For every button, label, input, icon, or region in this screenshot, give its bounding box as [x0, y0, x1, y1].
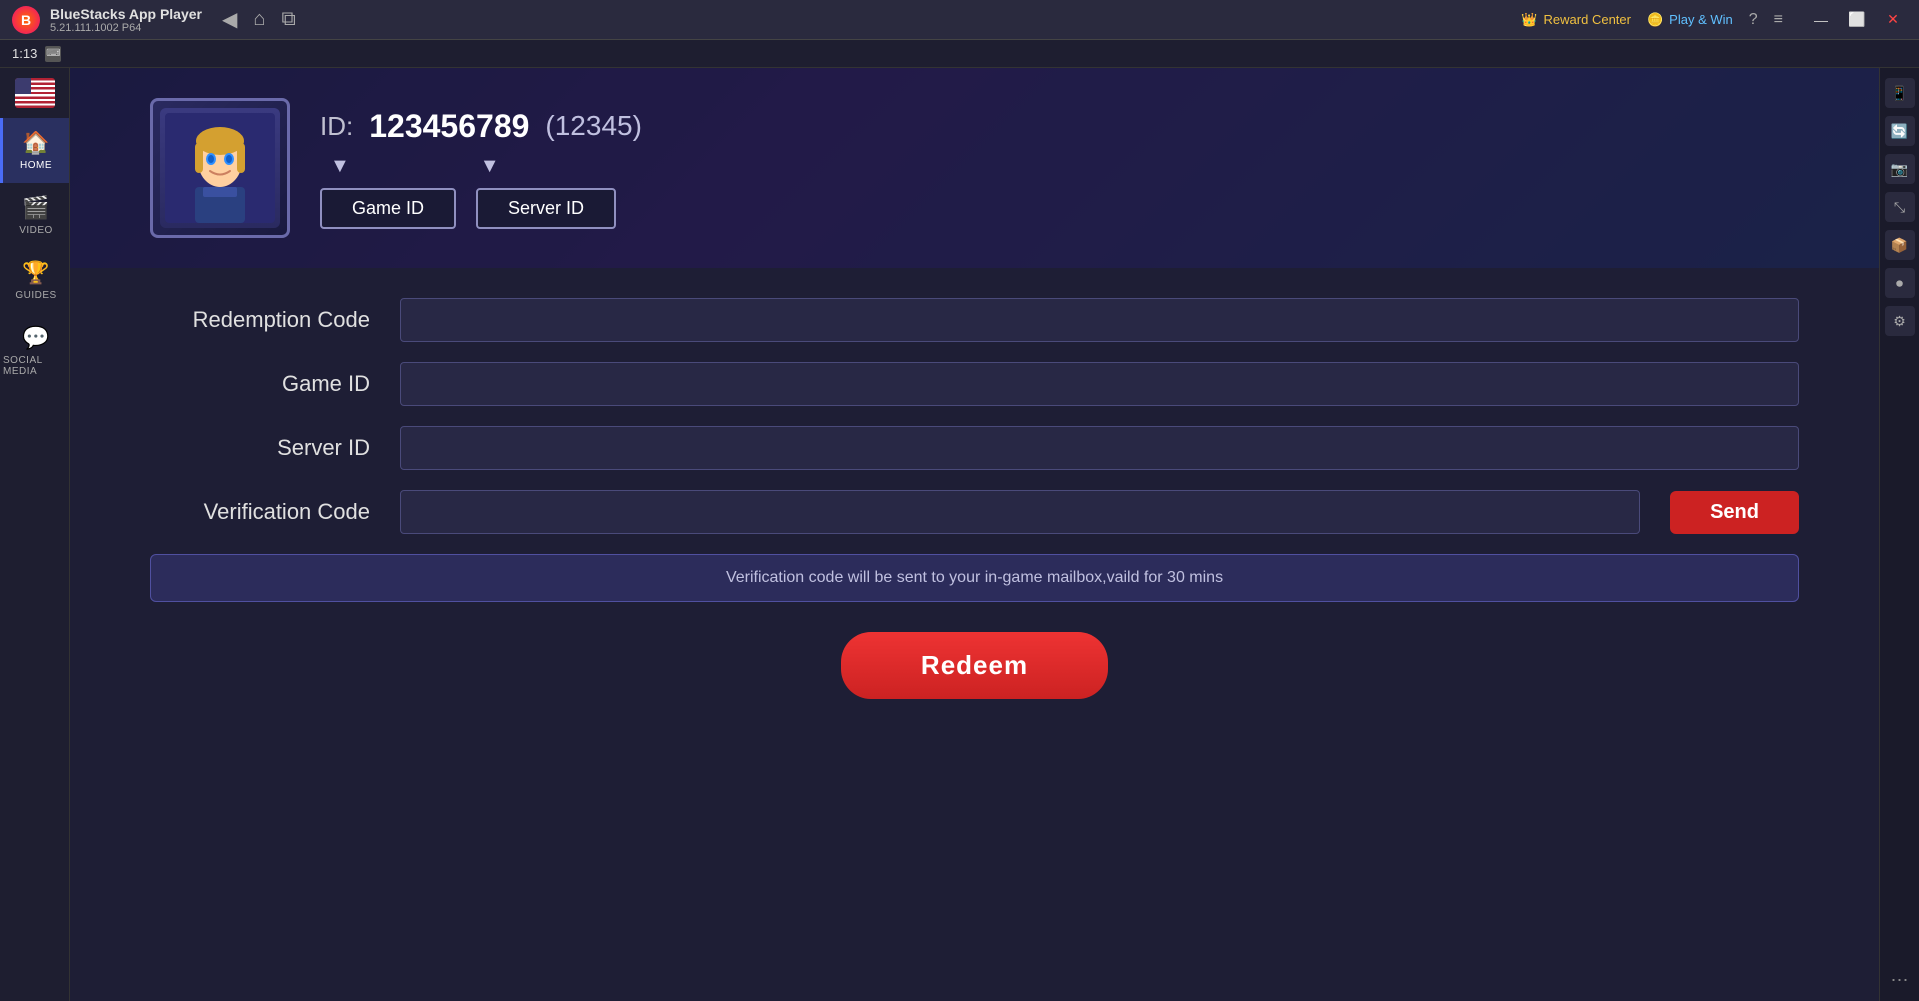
server-id: (12345): [545, 110, 642, 142]
maximize-button[interactable]: ⬜: [1843, 6, 1871, 34]
video-icon: 🎬: [22, 195, 49, 221]
sidebar-item-guides[interactable]: 🏆 GUIDES: [0, 248, 69, 313]
main-layout: 🏠 HOME 🎬 VIDEO 🏆 GUIDES 💬 SOCIAL MEDIA: [0, 68, 1919, 1001]
timer-display: 1:13: [12, 46, 37, 61]
rs-camera-btn[interactable]: 📷: [1885, 154, 1915, 184]
menu-button[interactable]: ≡: [1774, 11, 1783, 29]
title-bar: B BlueStacks App Player 5.21.111.1002 P6…: [0, 0, 1919, 40]
rs-rotate-btn[interactable]: 🔄: [1885, 116, 1915, 146]
home-label: HOME: [20, 160, 52, 171]
back-button[interactable]: ◀: [222, 7, 237, 32]
timer-icon: ⌨: [45, 46, 61, 62]
form-area: Redemption Code Game ID Server ID Verifi…: [70, 268, 1879, 1001]
reward-center-label: Reward Center: [1544, 12, 1631, 27]
id-label: ID:: [320, 111, 353, 142]
character-portrait: [150, 98, 290, 238]
language-flag[interactable]: [15, 78, 55, 108]
rs-more-btn[interactable]: ⋯: [1891, 970, 1909, 991]
redemption-code-row: Redemption Code: [150, 298, 1799, 342]
rs-settings-btn[interactable]: ⚙: [1885, 306, 1915, 336]
right-sidebar: 📱 🔄 📷 ⤡ 📦 ⏺ ⚙ ⋯: [1879, 68, 1919, 1001]
app-version: 5.21.111.1002 P64: [50, 22, 202, 34]
content-area: ID: 123456789 (12345) ▼ ▼ Game ID Server…: [70, 68, 1879, 1001]
send-button[interactable]: Send: [1670, 491, 1799, 534]
windows-button[interactable]: ⧉: [281, 7, 295, 32]
game-header: ID: 123456789 (12345) ▼ ▼ Game ID Server…: [70, 68, 1879, 268]
rs-apk-btn[interactable]: 📦: [1885, 230, 1915, 260]
play-win-label: Play & Win: [1669, 12, 1733, 27]
game-id-label: Game ID: [150, 371, 370, 397]
verification-code-input[interactable]: [400, 490, 1640, 534]
nav-buttons: ◀ ⌂ ⧉: [222, 7, 296, 32]
social-label: SOCIAL MEDIA: [3, 355, 69, 377]
player-id-row: ID: 123456789 (12345): [320, 108, 642, 145]
social-icon: 💬: [22, 325, 49, 351]
server-id-row: Server ID: [150, 426, 1799, 470]
app-logo: B: [12, 6, 40, 34]
game-id-arrow: ▼: [330, 155, 350, 178]
server-id-label: Server ID: [150, 435, 370, 461]
help-button[interactable]: ?: [1749, 11, 1758, 29]
app-name-block: BlueStacks App Player 5.21.111.1002 P64: [50, 6, 202, 34]
sidebar-item-home[interactable]: 🏠 HOME: [0, 118, 69, 183]
close-button[interactable]: ✕: [1879, 6, 1907, 34]
crown-icon: 👑: [1521, 12, 1537, 28]
timer-bar: 1:13 ⌨: [0, 40, 1919, 68]
rs-resize-btn[interactable]: ⤡: [1885, 192, 1915, 222]
window-controls: — ⬜ ✕: [1807, 6, 1907, 34]
video-label: VIDEO: [19, 225, 53, 236]
info-text: Verification code will be sent to your i…: [726, 569, 1223, 586]
game-id-button[interactable]: Game ID: [320, 188, 456, 229]
minimize-button[interactable]: —: [1807, 6, 1835, 34]
header-info: ID: 123456789 (12345) ▼ ▼ Game ID Server…: [320, 108, 642, 229]
home-button[interactable]: ⌂: [253, 7, 265, 32]
play-win-btn[interactable]: 🪙 Play & Win: [1647, 12, 1733, 28]
app-title: BlueStacks App Player: [50, 6, 202, 22]
guides-icon: 🏆: [22, 260, 49, 286]
server-id-button[interactable]: Server ID: [476, 188, 616, 229]
reward-center-btn[interactable]: 👑 Reward Center: [1521, 12, 1631, 28]
guides-label: GUIDES: [15, 290, 56, 301]
sidebar-item-video[interactable]: 🎬 VIDEO: [0, 183, 69, 248]
server-id-input[interactable]: [400, 426, 1799, 470]
info-bar: Verification code will be sent to your i…: [150, 554, 1799, 602]
server-id-arrow: ▼: [480, 155, 500, 178]
character-image: [160, 108, 280, 228]
redemption-code-input[interactable]: [400, 298, 1799, 342]
rs-device-btn[interactable]: 📱: [1885, 78, 1915, 108]
coin-icon: 🪙: [1647, 12, 1663, 28]
verification-code-label: Verification Code: [150, 499, 370, 525]
id-buttons-row: Game ID Server ID: [320, 188, 642, 229]
home-icon: 🏠: [22, 130, 49, 156]
game-id-row: Game ID: [150, 362, 1799, 406]
arrows-row: ▼ ▼: [320, 155, 642, 178]
left-sidebar: 🏠 HOME 🎬 VIDEO 🏆 GUIDES 💬 SOCIAL MEDIA: [0, 68, 70, 1001]
game-id-input[interactable]: [400, 362, 1799, 406]
titlebar-right: 👑 Reward Center 🪙 Play & Win ? ≡ — ⬜ ✕: [1521, 6, 1907, 34]
redemption-code-label: Redemption Code: [150, 307, 370, 333]
verification-row: Verification Code Send: [150, 490, 1799, 534]
sidebar-item-social[interactable]: 💬 SOCIAL MEDIA: [0, 313, 69, 389]
player-id: 123456789: [369, 108, 529, 145]
rs-macro-btn[interactable]: ⏺: [1885, 268, 1915, 298]
redeem-button[interactable]: Redeem: [841, 632, 1108, 699]
